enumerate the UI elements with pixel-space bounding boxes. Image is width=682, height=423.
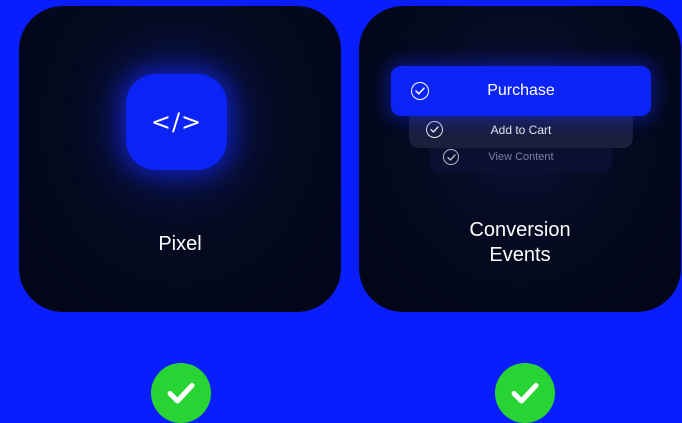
event-label: View Content xyxy=(488,151,554,163)
conversion-events-label: Conversion Events xyxy=(359,218,681,268)
pixel-status-checkmark-icon xyxy=(151,363,211,423)
label-line: Conversion xyxy=(469,219,571,241)
event-label: Purchase xyxy=(487,82,555,99)
conversion-status-checkmark-icon xyxy=(495,363,555,423)
conversion-events-card: View Content Add to Cart Purchase Conver… xyxy=(359,6,681,312)
event-purchase: Purchase xyxy=(391,66,651,116)
pixel-card: </> Pixel xyxy=(19,6,341,312)
label-line: Events xyxy=(489,244,551,266)
event-label: Add to Cart xyxy=(490,123,552,137)
code-icon: </> xyxy=(150,108,203,136)
code-icon-tile: </> xyxy=(126,74,227,170)
pixel-label: Pixel xyxy=(158,233,202,255)
